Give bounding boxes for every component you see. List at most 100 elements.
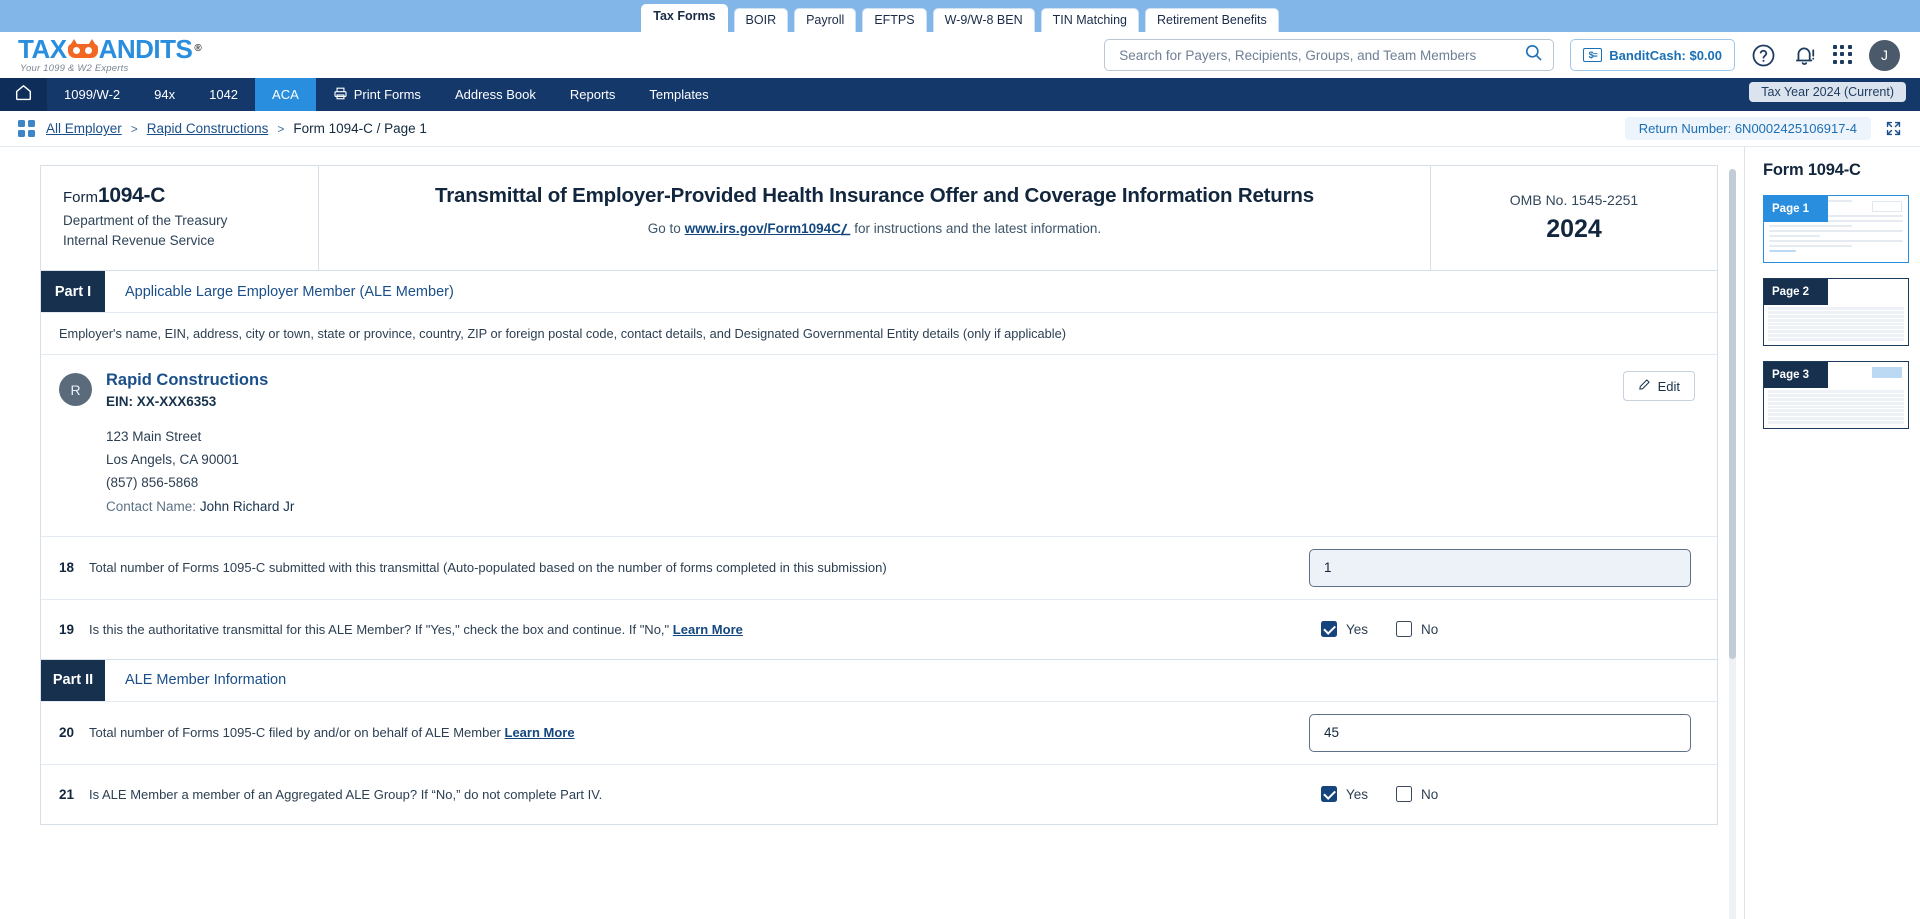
form-number-line: Form1094-C [63, 184, 302, 208]
taxbandits-logo[interactable]: TAX ANDITS ® Your 1099 & W2 Experts [18, 34, 202, 75]
page-thumbnail-1[interactable]: Page 1 [1763, 195, 1909, 263]
product-tab-tax-forms[interactable]: Tax Forms [641, 4, 728, 32]
money-card-icon: $≡ [1583, 48, 1603, 62]
employer-details-block: R Rapid Constructions EIN: XX-XXX6353 12… [41, 354, 1717, 536]
breadcrumb-right-actions: Return Number: 6N0002425106917-4 [1624, 117, 1902, 140]
form-scrollbar-thumb[interactable] [1729, 169, 1736, 659]
logo-text-left: TAX [18, 34, 67, 65]
product-tab-boir[interactable]: BOIR [733, 8, 789, 32]
line-21-yes-label: Yes [1346, 786, 1369, 802]
form-vertical-scrollbar[interactable] [1729, 169, 1736, 919]
page-2-label: Page 2 [1764, 279, 1828, 305]
line-18-input[interactable] [1309, 548, 1691, 587]
employer-ein: EIN: XX-XXX6353 [106, 394, 217, 409]
product-tab-tin-matching[interactable]: TIN Matching [1040, 8, 1139, 32]
form-masthead: Form1094-C Department of the Treasury In… [41, 166, 1717, 270]
breadcrumb-rapid-constructions[interactable]: Rapid Constructions [147, 121, 269, 136]
edit-button-label: Edit [1657, 378, 1680, 394]
tax-year-selector[interactable]: Tax Year 2024 (Current) [1749, 82, 1906, 102]
employer-name: Rapid Constructions [106, 371, 269, 389]
question-circle-icon[interactable] [1751, 43, 1776, 68]
form-pages-panel: Form 1094-C Page 1 Page 2 Page 3 [1744, 147, 1920, 919]
page-thumbnail-3[interactable]: Page 3 [1763, 361, 1909, 429]
line-21-no-label: No [1421, 786, 1439, 802]
line-19-row: 19 Is this the authoritative transmittal… [41, 598, 1717, 659]
product-tab-retirement-benefits[interactable]: Retirement Benefits [1144, 8, 1279, 32]
product-tab-label: EFTPS [874, 12, 915, 27]
nav-label: Templates [649, 87, 709, 102]
irs-form-link-label: www.irs.gov/Form1094C [684, 221, 841, 237]
bandit-cash-button[interactable]: $≡ BanditCash: $0.00 [1570, 39, 1735, 71]
bandit-cash-label: BanditCash: $0.00 [1609, 47, 1722, 63]
line-20-number: 20 [59, 725, 75, 741]
part-1-title: Applicable Large Employer Member (ALE Me… [125, 283, 454, 300]
line-19-question: Is this the authoritative transmittal fo… [89, 621, 670, 637]
dashboard-grid-icon[interactable] [18, 120, 35, 137]
department-block: Department of the Treasury Internal Reve… [63, 211, 302, 250]
product-tab-payroll[interactable]: Payroll [794, 8, 857, 32]
part-2-header: Part II ALE Member Information [41, 658, 1717, 701]
expand-fullscreen-icon[interactable] [1885, 120, 1902, 137]
breadcrumb-separator: > [130, 121, 138, 136]
line-19-yes-option[interactable]: Yes [1321, 621, 1368, 638]
line-21-no-option[interactable]: No [1396, 786, 1439, 803]
pencil-edit-icon [1638, 378, 1651, 394]
line-19-no-option[interactable]: No [1396, 621, 1438, 638]
goto-prefix: Go to [647, 221, 681, 237]
line-18-row: 18 Total number of Forms 1095-C submitte… [41, 535, 1717, 599]
employer-address-line-1: 123 Main Street [106, 429, 202, 444]
page-1-label: Page 1 [1764, 196, 1828, 222]
form-viewer: Form1094-C Department of the Treasury In… [0, 147, 1744, 919]
employer-info: Rapid Constructions EIN: XX-XXX6353 123 … [106, 371, 294, 518]
nav-item-print-forms[interactable]: Print Forms [316, 78, 438, 111]
user-avatar[interactable]: J [1869, 39, 1900, 71]
logo-tagline: Your 1099 & W2 Experts [20, 63, 129, 75]
line-19-no-checkbox[interactable] [1396, 621, 1413, 638]
part-1-note: Employer's name, EIN, address, city or t… [41, 312, 1717, 354]
nav-item-aca[interactable]: ACA [255, 78, 316, 111]
part-2-tag: Part II [41, 659, 105, 701]
employer-contact-label: Contact Name: [106, 498, 197, 514]
page-3-preview [1768, 390, 1904, 424]
line-20-input[interactable] [1309, 713, 1691, 752]
employer-phone: (857) 856-5868 [106, 475, 199, 491]
irs-instructions-line: Go to www.irs.gov/Form1094C⎳ for instruc… [345, 221, 1404, 237]
bandit-mask-icon [67, 38, 98, 58]
line-21-no-checkbox[interactable] [1396, 786, 1413, 803]
nav-home-button[interactable] [0, 78, 47, 111]
grid-apps-icon[interactable] [1833, 45, 1853, 65]
registered-mark: ® [194, 43, 202, 55]
line-21-yes-checkbox[interactable] [1321, 786, 1337, 803]
omb-number: OMB No. 1545-2251 [1509, 192, 1639, 208]
product-tab-label: W-9/W-8 BEN [944, 12, 1023, 27]
search-icon[interactable] [1524, 43, 1543, 67]
line-20-learn-more-link[interactable]: Learn More [505, 725, 575, 740]
employer-avatar: R [59, 373, 92, 406]
notification-bell-icon[interactable] [1792, 43, 1817, 68]
nav-item-reports[interactable]: Reports [553, 78, 633, 111]
line-19-learn-more-link[interactable]: Learn More [673, 622, 743, 637]
irs-form-link[interactable]: www.irs.gov/Form1094C⎳ [685, 221, 851, 236]
logo-text-right: ANDITS [98, 34, 193, 65]
nav-item-1099-w2[interactable]: 1099/W-2 [47, 78, 137, 111]
line-21-yes-option[interactable]: Yes [1321, 786, 1369, 803]
home-icon [14, 83, 33, 107]
nav-item-address-book[interactable]: Address Book [438, 78, 553, 111]
nav-item-templates[interactable]: Templates [632, 78, 725, 111]
global-search[interactable] [1104, 39, 1555, 71]
line-21-text: Is ALE Member a member of an Aggregated … [89, 786, 603, 802]
line-21-number: 21 [59, 786, 75, 802]
nav-item-1042[interactable]: 1042 [192, 78, 255, 111]
nav-label: Address Book [454, 87, 536, 102]
product-tab-w9-w8ben[interactable]: W-9/W-8 BEN [932, 8, 1035, 32]
logo-wordmark: TAX ANDITS ® [18, 34, 202, 65]
product-tab-label: BOIR [745, 12, 777, 27]
edit-employer-button[interactable]: Edit [1622, 371, 1695, 401]
line-19-yes-checkbox[interactable] [1321, 621, 1337, 638]
line-19-text: Is this the authoritative transmittal fo… [89, 622, 1309, 637]
nav-item-94x[interactable]: 94x [137, 78, 192, 111]
search-input[interactable] [1119, 47, 1525, 63]
product-tab-eftps[interactable]: EFTPS [862, 8, 927, 32]
page-thumbnail-2[interactable]: Page 2 [1763, 278, 1909, 346]
breadcrumb-all-employer[interactable]: All Employer [46, 121, 122, 136]
